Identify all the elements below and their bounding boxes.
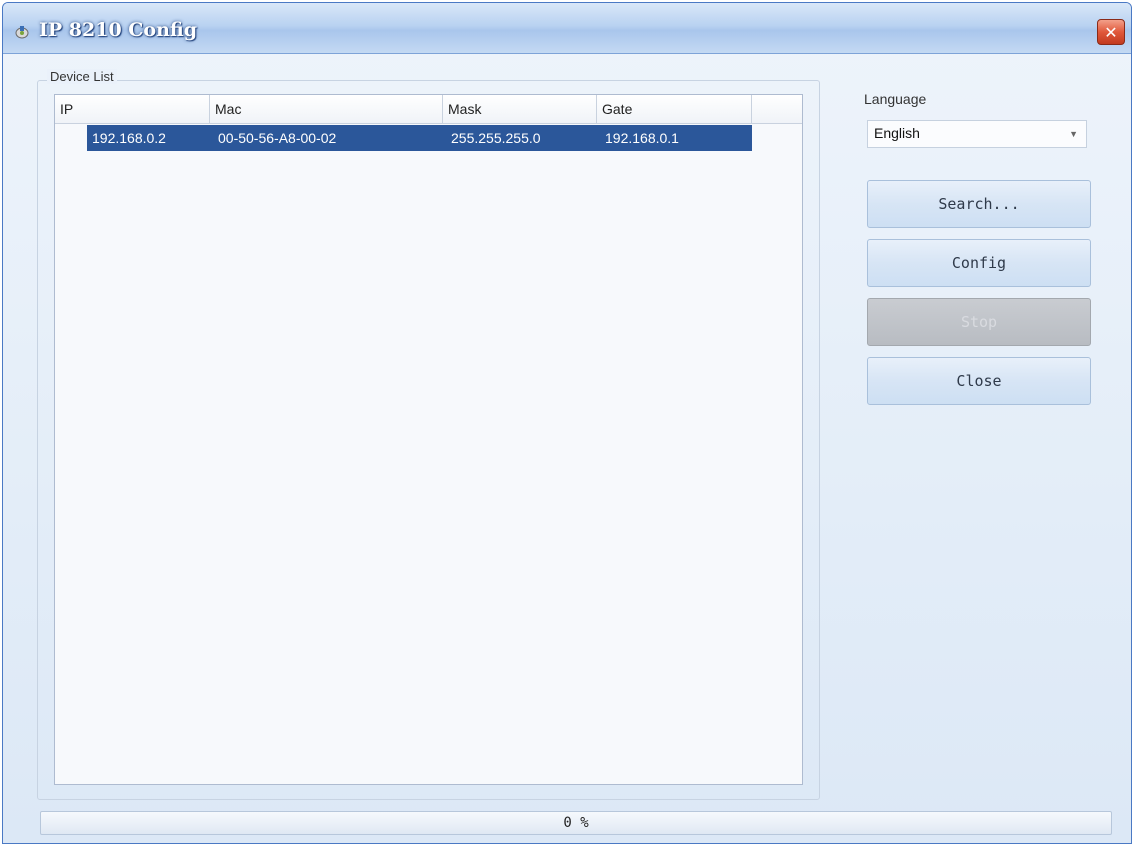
column-header-ip[interactable]: IP — [55, 95, 210, 123]
device-list[interactable]: IP Mac Mask Gate 192.168.0.2 00-50-56-A8… — [54, 94, 803, 785]
chevron-down-icon[interactable]: ▼ — [1069, 129, 1078, 139]
language-value: English — [874, 125, 920, 141]
column-header-mac[interactable]: Mac — [210, 95, 443, 123]
config-button[interactable]: Config — [867, 239, 1091, 287]
config-window: IP 8210 Config ✕ Device List IP Mac Mask… — [2, 2, 1132, 844]
cell-mask: 255.255.255.0 — [451, 130, 541, 146]
cell-gate: 192.168.0.1 — [605, 130, 679, 146]
progress-text: 0 % — [563, 815, 589, 831]
device-list-header: IP Mac Mask Gate — [55, 95, 802, 124]
language-label: Language — [864, 91, 927, 107]
cell-ip: 192.168.0.2 — [92, 130, 166, 146]
window-title: IP 8210 Config — [39, 19, 197, 41]
column-header-mask[interactable]: Mask — [443, 95, 597, 123]
stop-button: Stop — [867, 298, 1091, 346]
column-header-gate[interactable]: Gate — [597, 95, 752, 123]
title-bar[interactable]: IP 8210 Config ✕ — [3, 3, 1131, 54]
close-button[interactable]: Close — [867, 357, 1091, 405]
table-row[interactable]: 192.168.0.2 00-50-56-A8-00-02 255.255.25… — [87, 125, 752, 151]
column-header-filler — [752, 95, 800, 123]
search-button[interactable]: Search... — [867, 180, 1091, 228]
device-list-label: Device List — [47, 69, 117, 84]
app-icon — [15, 26, 29, 39]
progress-bar: 0 % — [40, 811, 1112, 835]
close-icon[interactable]: ✕ — [1097, 19, 1125, 45]
language-select[interactable]: English ▼ — [867, 120, 1087, 148]
cell-mac: 00-50-56-A8-00-02 — [218, 130, 337, 146]
